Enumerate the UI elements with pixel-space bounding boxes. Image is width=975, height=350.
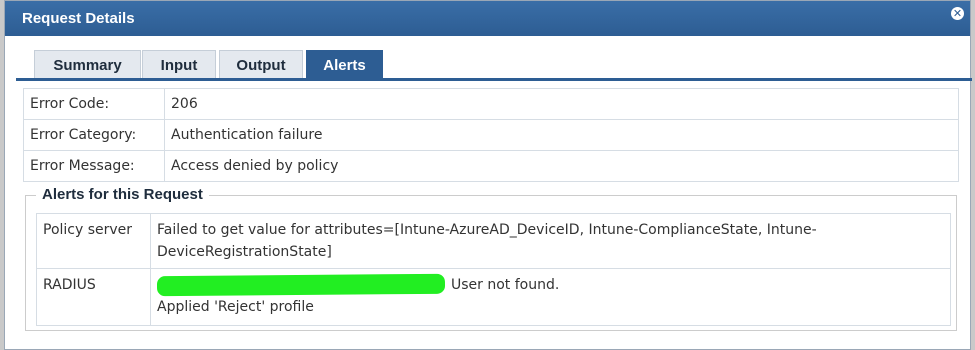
error-category-label: Error Category: xyxy=(23,119,165,151)
error-message-label: Error Message: xyxy=(23,150,165,182)
error-code-label: Error Code: xyxy=(23,88,165,120)
tab-alerts[interactable]: Alerts xyxy=(306,50,383,78)
close-icon[interactable]: ✕ xyxy=(951,7,964,20)
tab-bar: Summary Input Output Alerts xyxy=(16,50,972,81)
table-row: Policy server Failed to get value for at… xyxy=(36,213,951,269)
alert-source: Policy server xyxy=(36,213,151,269)
table-row: Error Category: Authentication failure xyxy=(23,119,959,151)
alert-message: Failed to get value for attributes=[Intu… xyxy=(150,213,951,269)
table-row: RADIUS User not found. Applied 'Reject' … xyxy=(36,268,951,326)
tab-summary[interactable]: Summary xyxy=(34,50,141,78)
redaction-mark xyxy=(156,273,446,297)
error-message-value: Access denied by policy xyxy=(164,150,959,182)
alert-source: RADIUS xyxy=(36,268,151,326)
alerts-table: Policy server Failed to get value for at… xyxy=(36,213,951,326)
table-row: Error Message: Access denied by policy xyxy=(23,150,959,182)
error-info-table: Error Code: 206 Error Category: Authenti… xyxy=(23,88,959,182)
request-details-dialog: Request Details ✕ Summary Input Output A… xyxy=(4,0,972,350)
alerts-fieldset: Alerts for this Request Policy server Fa… xyxy=(25,186,957,331)
alerts-legend: Alerts for this Request xyxy=(36,186,209,203)
error-code-value: 206 xyxy=(164,88,959,120)
alert-message-line2: Applied 'Reject' profile xyxy=(157,299,314,315)
alert-message: User not found. Applied 'Reject' profile xyxy=(150,268,951,326)
tab-output[interactable]: Output xyxy=(219,50,303,78)
dialog-titlebar[interactable]: Request Details ✕ xyxy=(5,1,970,36)
error-category-value: Authentication failure xyxy=(164,119,959,151)
tab-input[interactable]: Input xyxy=(142,50,216,78)
table-row: Error Code: 206 xyxy=(23,88,959,120)
dialog-title: Request Details xyxy=(22,10,135,27)
alert-message-line1: User not found. xyxy=(451,277,560,293)
